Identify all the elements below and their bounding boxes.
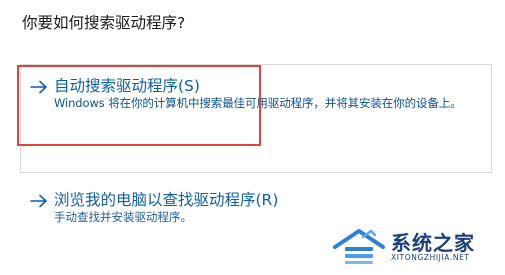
watermark: 系统之家 XITONGZHIJIA.NET xyxy=(331,227,493,265)
watermark-name: 系统之家 xyxy=(391,231,475,255)
dialog-question: 你要如何搜索驱动程序? xyxy=(22,14,186,32)
browse-computer-title: 浏览我的电脑以查找驱动程序(R) xyxy=(54,191,279,209)
auto-search-drivers-option[interactable]: 自动搜索驱动程序(S) Windows 将在你的计算机中搜索最佳可用驱动程序，并… xyxy=(20,64,492,173)
browse-computer-description: 手动查找并安装驱动程序。 xyxy=(54,210,192,224)
watermark-url: XITONGZHIJIA.NET xyxy=(391,253,470,262)
auto-search-title: 自动搜索驱动程序(S) xyxy=(54,77,200,95)
auto-search-description: Windows 将在你的计算机中搜索最佳可用驱动程序，并将其安装在你的设备上。 xyxy=(54,96,462,110)
arrow-right-icon xyxy=(30,80,48,94)
house-logo-icon xyxy=(331,227,387,265)
arrow-right-icon xyxy=(30,194,48,208)
